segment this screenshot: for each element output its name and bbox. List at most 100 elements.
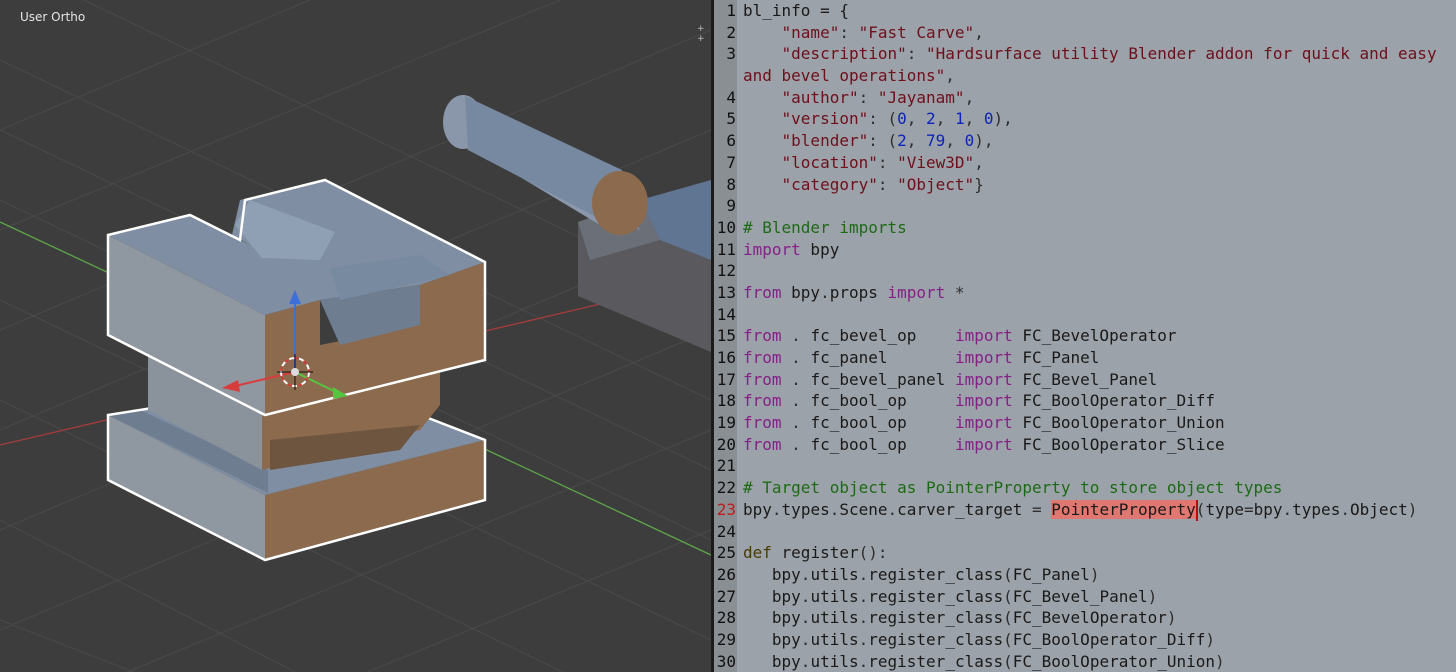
line-number: 20	[716, 434, 736, 454]
code-token: .	[1340, 499, 1350, 519]
code-token: utils	[810, 651, 859, 671]
code-line[interactable]: 5 "version": (0, 2, 1, 0),	[714, 108, 1456, 130]
code-line[interactable]: 26 bpy.utils.register_class(FC_Panel)	[714, 564, 1456, 586]
text-editor[interactable]: 1 bl_info = {2 "name": "Fast Carve", 3 "de…	[714, 0, 1456, 672]
code-line[interactable]: 18 from . fc_bool_op import FC_BoolOperat…	[714, 390, 1456, 412]
code-token: utils	[810, 629, 859, 649]
code-line[interactable]: 22 # Target object as PointerProperty to …	[714, 477, 1456, 499]
code-token: )	[1166, 608, 1177, 628]
code-token: .	[781, 413, 811, 433]
code-line[interactable]: 25 def register():	[714, 542, 1456, 564]
code-token: fc_bevel_panel	[810, 369, 955, 389]
code-token: FC_BevelOperator	[1012, 608, 1167, 628]
code-token: bpy	[800, 239, 840, 259]
code-token: fc_panel	[810, 348, 955, 367]
code-token: "Fast Carve"	[858, 22, 975, 42]
code-line[interactable]: 16 from . fc_panel import FC_Panel	[714, 347, 1456, 369]
code-token: .	[800, 564, 811, 584]
code-token: type	[1205, 499, 1244, 519]
code-text: bpy.types.Scene.carver_target = PointerP…	[743, 499, 1417, 521]
code-line[interactable]: 1 bl_info = {	[714, 0, 1456, 22]
code-token: .	[858, 651, 869, 671]
code-token: :	[877, 152, 898, 172]
code-token: from	[743, 434, 782, 454]
cylinder-object	[443, 95, 648, 235]
code-token: .	[858, 608, 869, 628]
code-line[interactable]: 28 bpy.utils.register_class(FC_BevelOper…	[714, 607, 1456, 629]
code-token: .	[829, 499, 840, 519]
code-token: from	[743, 348, 782, 367]
code-text: # Target object as PointerProperty to st…	[743, 477, 1282, 499]
viewport-scene	[0, 0, 711, 672]
code-line[interactable]: 24	[714, 521, 1456, 543]
code-token: }	[974, 174, 984, 194]
code-line[interactable]: 6 "blender": (2, 79, 0),	[714, 130, 1456, 152]
code-token: .	[781, 348, 811, 367]
code-token: import	[954, 326, 1013, 346]
code-token: "category"	[781, 174, 878, 194]
code-line[interactable]: 13 from bpy.props import *	[714, 282, 1456, 304]
line-number: 29	[716, 629, 736, 649]
code-line[interactable]: 15 from . fc_bevel_op import FC_BevelOper…	[714, 325, 1456, 347]
code-token: (	[1003, 586, 1013, 606]
code-token: types	[1292, 499, 1341, 519]
code-text: "author": "Jayanam",	[743, 87, 975, 109]
code-line[interactable]: 2 "name": "Fast Carve",	[714, 22, 1456, 44]
code-token: register	[771, 543, 859, 563]
code-line[interactable]: 29 bpy.utils.register_class(FC_BoolOpera…	[714, 629, 1456, 651]
code-line[interactable]: 20 from . fc_bool_op import FC_BoolOperat…	[714, 434, 1456, 456]
code-line[interactable]: 9	[714, 195, 1456, 217]
line-number: 23	[716, 499, 736, 519]
code-token: 0	[983, 109, 994, 129]
code-line[interactable]: and bevel operations",	[714, 65, 1456, 87]
code-line[interactable]: 21	[714, 455, 1456, 477]
code-token: FC_BoolOperator_Diff	[1012, 629, 1206, 649]
code-text: # Blender imports	[743, 217, 907, 239]
code-line[interactable]: 11 import bpy	[714, 239, 1456, 261]
3d-viewport[interactable]: User Ortho	[0, 0, 711, 672]
code-text: bpy.utils.register_class(FC_BoolOperator…	[743, 629, 1215, 651]
line-number: 30	[716, 651, 736, 671]
code-token: ,	[964, 87, 975, 107]
code-line[interactable]: 27 bpy.utils.register_class(FC_Bevel_Pan…	[714, 586, 1456, 608]
code-token: FC_BoolOperator_Diff	[1012, 391, 1216, 411]
code-token: FC_Bevel_Panel	[1012, 369, 1158, 389]
code-token: "Object"	[897, 174, 975, 194]
code-line[interactable]: 12	[714, 260, 1456, 282]
line-number: 13	[716, 282, 736, 302]
code-line[interactable]: 14	[714, 304, 1456, 326]
code-text: bl_info = {	[743, 0, 849, 22]
code-token: ():	[858, 543, 888, 563]
code-text: "version": (0, 2, 1, 0),	[743, 108, 1013, 130]
code-line[interactable]: 10 # Blender imports	[714, 217, 1456, 239]
code-token: .	[781, 369, 811, 389]
code-token: import	[954, 413, 1013, 433]
code-line[interactable]: 8 "category": "Object"}	[714, 174, 1456, 196]
code-token: ,	[906, 109, 927, 129]
line-number: 4	[726, 87, 736, 107]
line-number: 3	[726, 44, 736, 64]
code-line[interactable]: 19 from . fc_bool_op import FC_BoolOperat…	[714, 412, 1456, 434]
code-token: utils	[810, 586, 859, 606]
code-token: 2	[926, 109, 936, 129]
code-line[interactable]: 30 bpy.utils.register_class(FC_BoolOpera…	[714, 651, 1456, 672]
code-line[interactable]: 3 "description": "Hardsurface utility Bl…	[714, 43, 1456, 65]
line-number: 5	[726, 109, 736, 129]
code-line[interactable]: 17 from . fc_bevel_panel import FC_Bevel_…	[714, 369, 1456, 391]
code-token: 1	[954, 109, 965, 129]
code-token: "name"	[781, 22, 840, 42]
code-line[interactable]: 7 "location": "View3D",	[714, 152, 1456, 174]
code-token: :	[877, 174, 898, 194]
line-number: 11	[716, 239, 736, 259]
code-line[interactable]: 23 bpy.types.Scene.carver_target = Pointe…	[714, 499, 1456, 521]
code-line[interactable]: 4 "author": "Jayanam",	[714, 87, 1456, 109]
code-token: utils	[810, 564, 859, 584]
code-token: .	[820, 282, 830, 302]
code-token: ,	[935, 109, 955, 129]
code-text: from . fc_bool_op import FC_BoolOperator…	[743, 434, 1225, 456]
code-area[interactable]: 1 bl_info = {2 "name": "Fast Carve", 3 "de…	[714, 0, 1456, 672]
code-token: import	[954, 434, 1013, 454]
line-number: 9	[726, 196, 736, 216]
